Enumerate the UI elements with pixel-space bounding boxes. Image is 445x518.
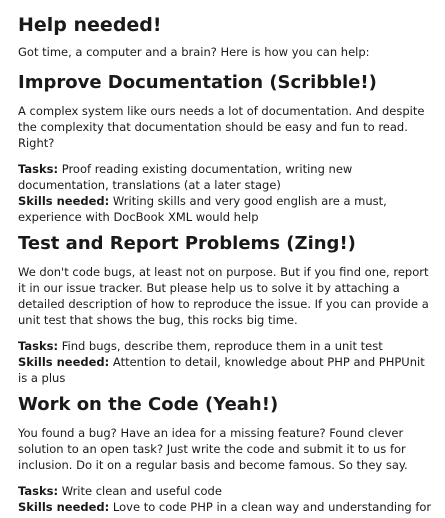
section-description: A complex system like ours needs a lot o… — [18, 104, 425, 150]
skills-line: Skills needed: Love to code PHP in a cle… — [18, 499, 437, 515]
section-heading: Test and Report Problems (Zing!) — [18, 233, 356, 254]
tasks-text: Find bugs, describe them, reproduce them… — [61, 339, 383, 353]
tasks-line: Tasks: Write clean and useful code — [18, 483, 437, 499]
section-details: Tasks: Proof reading existing documentat… — [18, 161, 437, 225]
skills-label: Skills needed: — [18, 194, 110, 208]
skills-label: Skills needed: — [18, 355, 110, 369]
tasks-label: Tasks: — [18, 162, 59, 176]
help-page: Help needed! Got time, a computer and a … — [0, 0, 445, 515]
tasks-label: Tasks: — [18, 484, 59, 498]
skills-text: Love to code PHP in a clean way and unde… — [112, 500, 432, 514]
skills-label: Skills needed: — [18, 500, 110, 514]
section-description: You found a bug? Have an idea for a miss… — [18, 426, 408, 472]
skills-line: Skills needed: Attention to detail, know… — [18, 354, 437, 386]
skills-line: Skills needed: Writing skills and very g… — [18, 193, 437, 225]
section-documentation: Improve Documentation (Scribble!) A comp… — [18, 70, 437, 225]
tasks-text: Proof reading existing documentation, wr… — [18, 162, 353, 192]
section-testing: Test and Report Problems (Zing!) We don'… — [18, 231, 437, 386]
tasks-label: Tasks: — [18, 339, 59, 353]
intro-text: Got time, a computer and a brain? Here i… — [18, 45, 370, 59]
section-heading: Improve Documentation (Scribble!) — [18, 72, 377, 93]
tasks-line: Tasks: Proof reading existing documentat… — [18, 161, 437, 193]
page-title: Help needed! — [18, 14, 162, 36]
section-details: Tasks: Find bugs, describe them, reprodu… — [18, 338, 437, 386]
section-heading: Work on the Code (Yeah!) — [18, 394, 279, 415]
section-code: Work on the Code (Yeah!) You found a bug… — [18, 392, 437, 515]
tasks-line: Tasks: Find bugs, describe them, reprodu… — [18, 338, 437, 354]
tasks-text: Write clean and useful code — [61, 484, 222, 498]
section-description: We don't code bugs, at least not on purp… — [18, 265, 429, 327]
section-details: Tasks: Write clean and useful code Skill… — [18, 483, 437, 515]
